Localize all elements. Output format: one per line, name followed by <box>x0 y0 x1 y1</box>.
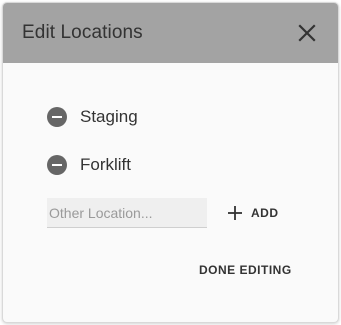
other-location-input[interactable] <box>47 198 207 228</box>
minus-circle-icon[interactable] <box>47 107 67 127</box>
location-label: Forklift <box>80 155 131 174</box>
location-label: Staging <box>80 107 138 126</box>
done-editing-button[interactable]: DONE EDITING <box>199 259 292 281</box>
minus-circle-icon[interactable] <box>47 155 67 175</box>
add-button-label: ADD <box>251 206 279 220</box>
close-icon[interactable] <box>296 22 318 44</box>
edit-locations-dialog: Edit Locations Staging Forklift ADD DONE… <box>2 2 339 323</box>
dialog-title: Edit Locations <box>22 22 143 43</box>
plus-icon <box>227 205 243 221</box>
done-editing-label: DONE EDITING <box>199 263 292 277</box>
dialog-header: Edit Locations <box>3 3 338 63</box>
